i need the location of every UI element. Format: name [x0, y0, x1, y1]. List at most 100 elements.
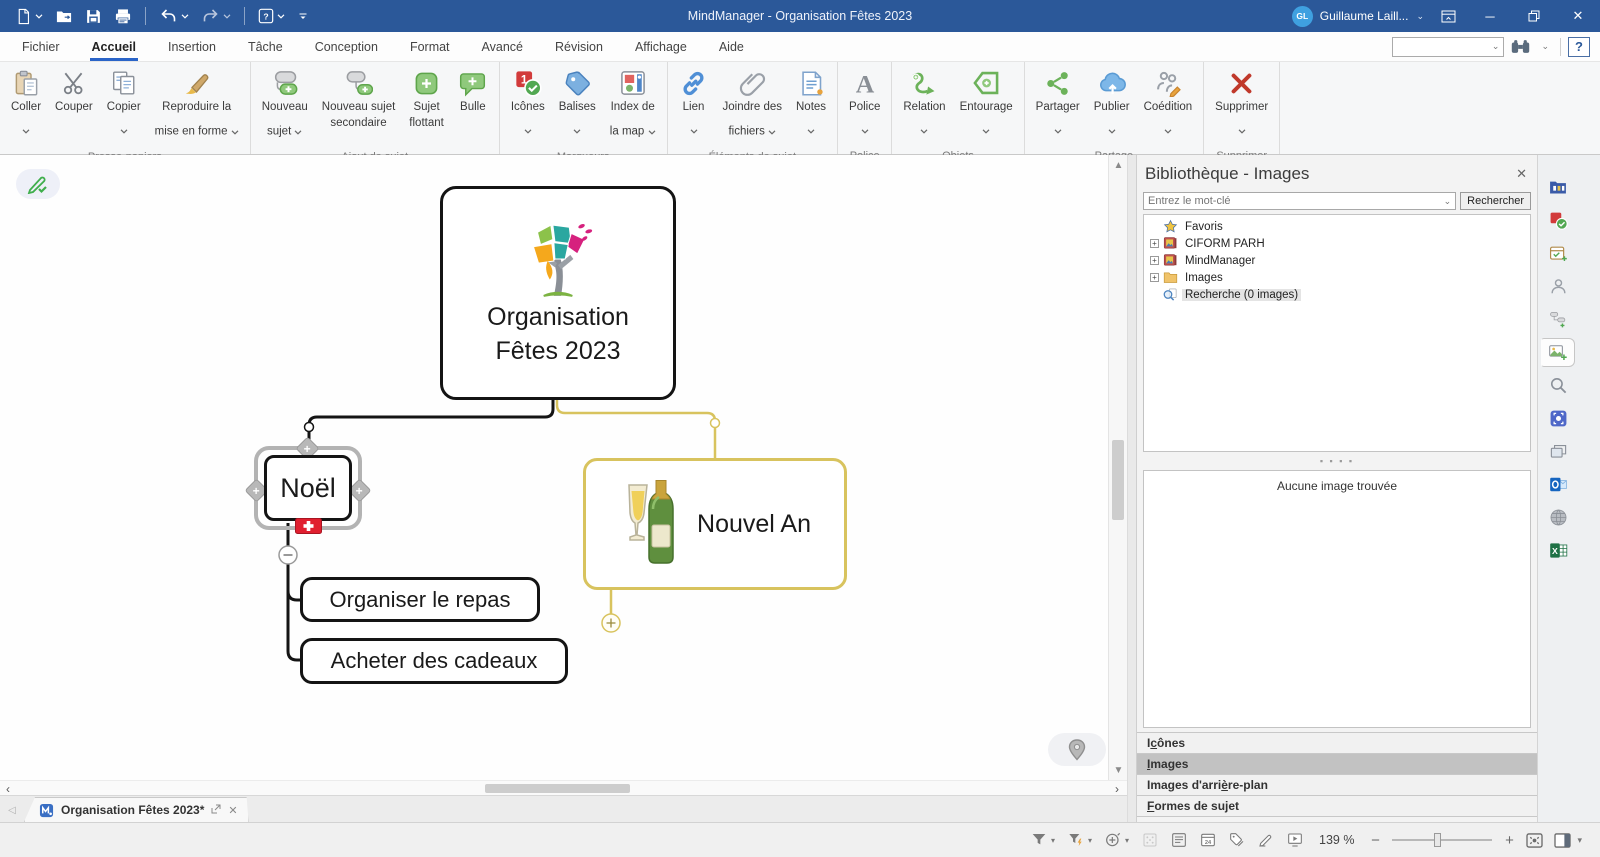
ribbon-button-sujet-flottant[interactable]: Sujetflottant	[402, 66, 451, 132]
menu-tab-fichier[interactable]: Fichier	[6, 32, 76, 61]
tab-close-icon[interactable]: ✕	[228, 804, 237, 817]
keyword-dropdown-icon[interactable]: ⌄	[1440, 196, 1456, 207]
tree-item-images[interactable]: +Images	[1144, 269, 1530, 286]
pane-tab-search-magnifier[interactable]	[1541, 371, 1575, 400]
map-topic-nouvel-an[interactable]: Nouvel An	[583, 458, 847, 590]
tree-item-recherche-0-images[interactable]: +Recherche (0 images)	[1144, 286, 1530, 303]
ribbon-button-couper[interactable]: Couper	[48, 66, 100, 116]
horizontal-scroll-thumb[interactable]	[485, 784, 630, 793]
status-filter-button[interactable]: ▾	[1030, 832, 1056, 848]
ribbon-button-relation[interactable]: Relation	[896, 66, 952, 148]
swiss-flag-icon[interactable]	[295, 518, 322, 534]
pane-tab-web-globe[interactable]	[1541, 503, 1575, 532]
menu-tab-avance[interactable]: Avancé	[466, 32, 539, 61]
pane-tab-library[interactable]	[1541, 173, 1575, 202]
map-root-topic[interactable]: Organisation Fêtes 2023	[440, 186, 676, 400]
menu-tab-aide[interactable]: Aide	[703, 32, 760, 61]
status-calendar-24-button[interactable]: 24	[1199, 832, 1217, 848]
search-button[interactable]: Rechercher	[1460, 192, 1531, 210]
user-chevron-icon[interactable]: ⌄	[1412, 11, 1428, 22]
new-document-button[interactable]	[10, 5, 48, 28]
status-presentation-button[interactable]	[1286, 832, 1304, 848]
menu-tab-tache[interactable]: Tâche	[232, 32, 299, 61]
ribbon-button-joindre-des-fichiers[interactable]: Joindre desfichiers	[716, 66, 789, 149]
map-topic-cadeaux[interactable]: Acheter des cadeaux	[300, 638, 568, 684]
fit-map-icon[interactable]	[1526, 833, 1543, 848]
ribbon-button-copier[interactable]: Copier	[100, 66, 148, 148]
ribbon-button-entourage[interactable]: Entourage	[953, 66, 1020, 148]
scroll-right-icon[interactable]: ›	[1109, 781, 1125, 796]
status-grid-button[interactable]	[1141, 832, 1159, 848]
keyword-combobox[interactable]: ⌄	[1143, 192, 1456, 210]
status-add-element-button[interactable]: ▾	[1104, 832, 1130, 848]
tree-item-ciform-parh[interactable]: +CIFORM PARH	[1144, 235, 1530, 252]
minimize-button[interactable]: ─	[1468, 0, 1512, 32]
pane-tab-browser-windows[interactable]	[1541, 437, 1575, 466]
help-button[interactable]: ?	[253, 5, 290, 27]
ribbon-display-options-button[interactable]	[1428, 0, 1468, 32]
library-tab-formes-de-sujet[interactable]: Formes de sujet	[1137, 796, 1537, 817]
status-outline-list-button[interactable]	[1170, 832, 1188, 848]
scroll-left-icon[interactable]: ‹	[0, 781, 16, 796]
zoom-out-icon[interactable]: −	[1369, 832, 1381, 849]
avatar[interactable]: GL	[1292, 6, 1313, 27]
close-button[interactable]: ✕	[1556, 0, 1600, 32]
pane-tab-capture[interactable]	[1541, 404, 1575, 433]
menu-tab-accueil[interactable]: Accueil	[76, 32, 152, 61]
ribbon-button-coedition[interactable]: Coédition	[1137, 66, 1200, 148]
ribbon-search-box[interactable]: ⌄	[1392, 37, 1504, 57]
menu-tab-affichage[interactable]: Affichage	[619, 32, 703, 61]
tree-item-mindmanager[interactable]: +MindManager	[1144, 252, 1530, 269]
user-name[interactable]: Guillaume Laill...	[1320, 9, 1409, 23]
keyword-input[interactable]	[1144, 195, 1440, 207]
tab-popout-icon[interactable]	[211, 804, 221, 817]
ribbon-button-police[interactable]: APolice	[842, 66, 887, 148]
status-power-filter-button[interactable]: ▾	[1067, 832, 1093, 848]
ribbon-button-lien[interactable]: Lien	[672, 66, 716, 148]
status-pen-review-button[interactable]	[1257, 832, 1275, 848]
tab-scroll-left-icon[interactable]: ◁	[0, 798, 24, 822]
ribbon-button-publier[interactable]: Publier	[1087, 66, 1137, 148]
tree-item-favoris[interactable]: +Favoris	[1144, 218, 1530, 235]
undo-button[interactable]	[154, 5, 194, 27]
search-dropdown-icon[interactable]: ⌄	[1488, 41, 1504, 52]
panel-splitter-bar[interactable]	[1127, 155, 1136, 822]
ribbon-button-supprimer[interactable]: Supprimer	[1208, 66, 1275, 148]
location-pin-pill[interactable]	[1048, 733, 1106, 766]
ribbon-button-partager[interactable]: Partager	[1029, 66, 1087, 148]
library-tab-images-d-arriere-plan[interactable]: Images d'arrière-plan	[1137, 775, 1537, 796]
save-button[interactable]	[80, 5, 107, 28]
map-topic-noel[interactable]: Noël	[264, 455, 352, 521]
print-button[interactable]	[109, 5, 137, 28]
horizontal-scrollbar[interactable]: ‹ ›	[0, 780, 1127, 795]
zoom-in-icon[interactable]: +	[1503, 832, 1515, 849]
ribbon-button-nouveau-sujet-secondaire[interactable]: Nouveau sujetsecondaire	[315, 66, 403, 132]
binoculars-chevron-icon[interactable]: ⌄	[1537, 41, 1553, 52]
tree-expander-icon[interactable]: +	[1150, 239, 1159, 248]
pane-tab-excel[interactable]: X	[1541, 536, 1575, 565]
map-topic-repas[interactable]: Organiser le repas	[300, 577, 540, 622]
menu-tab-revision[interactable]: Révision	[539, 32, 619, 61]
scroll-down-icon[interactable]: ▼	[1109, 762, 1127, 778]
map-canvas[interactable]: Organisation Fêtes 2023 + + + Noël Organ…	[0, 155, 1127, 780]
pane-tab-resources-person[interactable]	[1541, 272, 1575, 301]
ribbon-button-index-de-la-map[interactable]: Index dela map	[603, 66, 663, 149]
restore-button[interactable]	[1512, 0, 1556, 32]
tree-expander-icon[interactable]: +	[1150, 256, 1159, 265]
ribbon-button-reproduire-la-mise-en-forme[interactable]: Reproduire lamise en forme	[148, 66, 246, 149]
pane-tab-task-calendar[interactable]	[1541, 239, 1575, 268]
panel-layout-button[interactable]: ▾	[1554, 833, 1586, 848]
ribbon-search-input[interactable]	[1393, 41, 1487, 53]
tree-expander-icon[interactable]: +	[1150, 273, 1159, 282]
panel-layout-chevron-icon[interactable]: ▾	[1573, 835, 1586, 846]
library-tab-images[interactable]: Images	[1137, 754, 1537, 775]
ribbon-button-coller[interactable]: Coller	[4, 66, 48, 148]
open-folder-button[interactable]	[50, 5, 78, 28]
ribbon-button-balises[interactable]: Balises	[552, 66, 603, 148]
redo-button[interactable]	[196, 5, 236, 27]
library-tab-icones[interactable]: Icônes	[1137, 733, 1537, 754]
pane-tab-icon-markers-strip[interactable]	[1541, 206, 1575, 235]
menu-tab-conception[interactable]: Conception	[299, 32, 394, 61]
pane-tab-images-library[interactable]	[1541, 338, 1575, 367]
ribbon-button-bulle[interactable]: Bulle	[451, 66, 495, 116]
